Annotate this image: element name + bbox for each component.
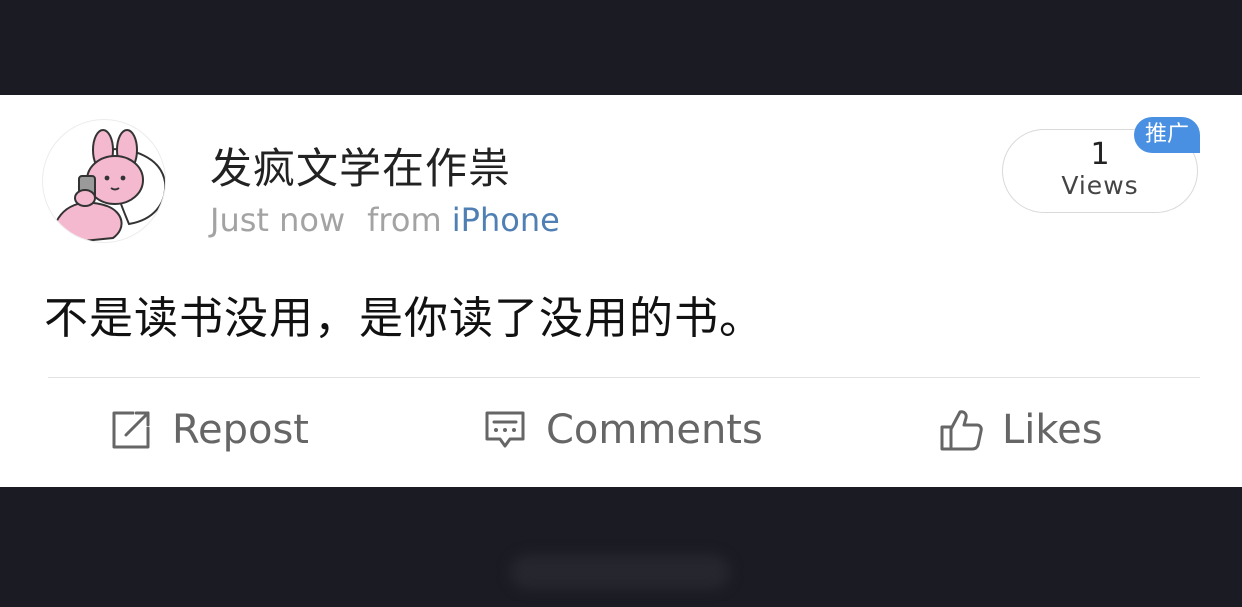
post-meta: Just now from iPhone (210, 201, 560, 239)
username[interactable]: 发疯文学在作祟 (210, 135, 511, 196)
views-label: Views (1061, 171, 1139, 200)
divider (48, 377, 1200, 378)
top-dark-bar (0, 0, 1242, 95)
bottom-dark-bar (0, 487, 1242, 607)
repost-icon (108, 407, 154, 453)
repost-label: Repost (172, 407, 309, 453)
comments-label: Comments (546, 407, 763, 453)
comments-button[interactable]: Comments (482, 405, 763, 455)
repost-button[interactable]: Repost (108, 405, 309, 455)
avatar[interactable] (42, 119, 166, 243)
comment-icon (482, 407, 528, 453)
promo-badge: 推广 (1134, 117, 1200, 153)
likes-button[interactable]: Likes (938, 405, 1103, 455)
post-text: 不是读书没用，是你读了没用的书。 (44, 293, 764, 344)
post-card[interactable]: 发疯文学在作祟 Just now from iPhone 1 Views 推广 不… (0, 95, 1242, 487)
thumbs-up-icon (938, 407, 984, 453)
bunny-avatar-icon (52, 129, 165, 242)
blurred-watermark (510, 555, 730, 589)
from-label: from (367, 201, 442, 239)
source-link[interactable]: iPhone (452, 201, 560, 239)
post-time: Just now (210, 201, 346, 239)
likes-label: Likes (1002, 407, 1103, 453)
